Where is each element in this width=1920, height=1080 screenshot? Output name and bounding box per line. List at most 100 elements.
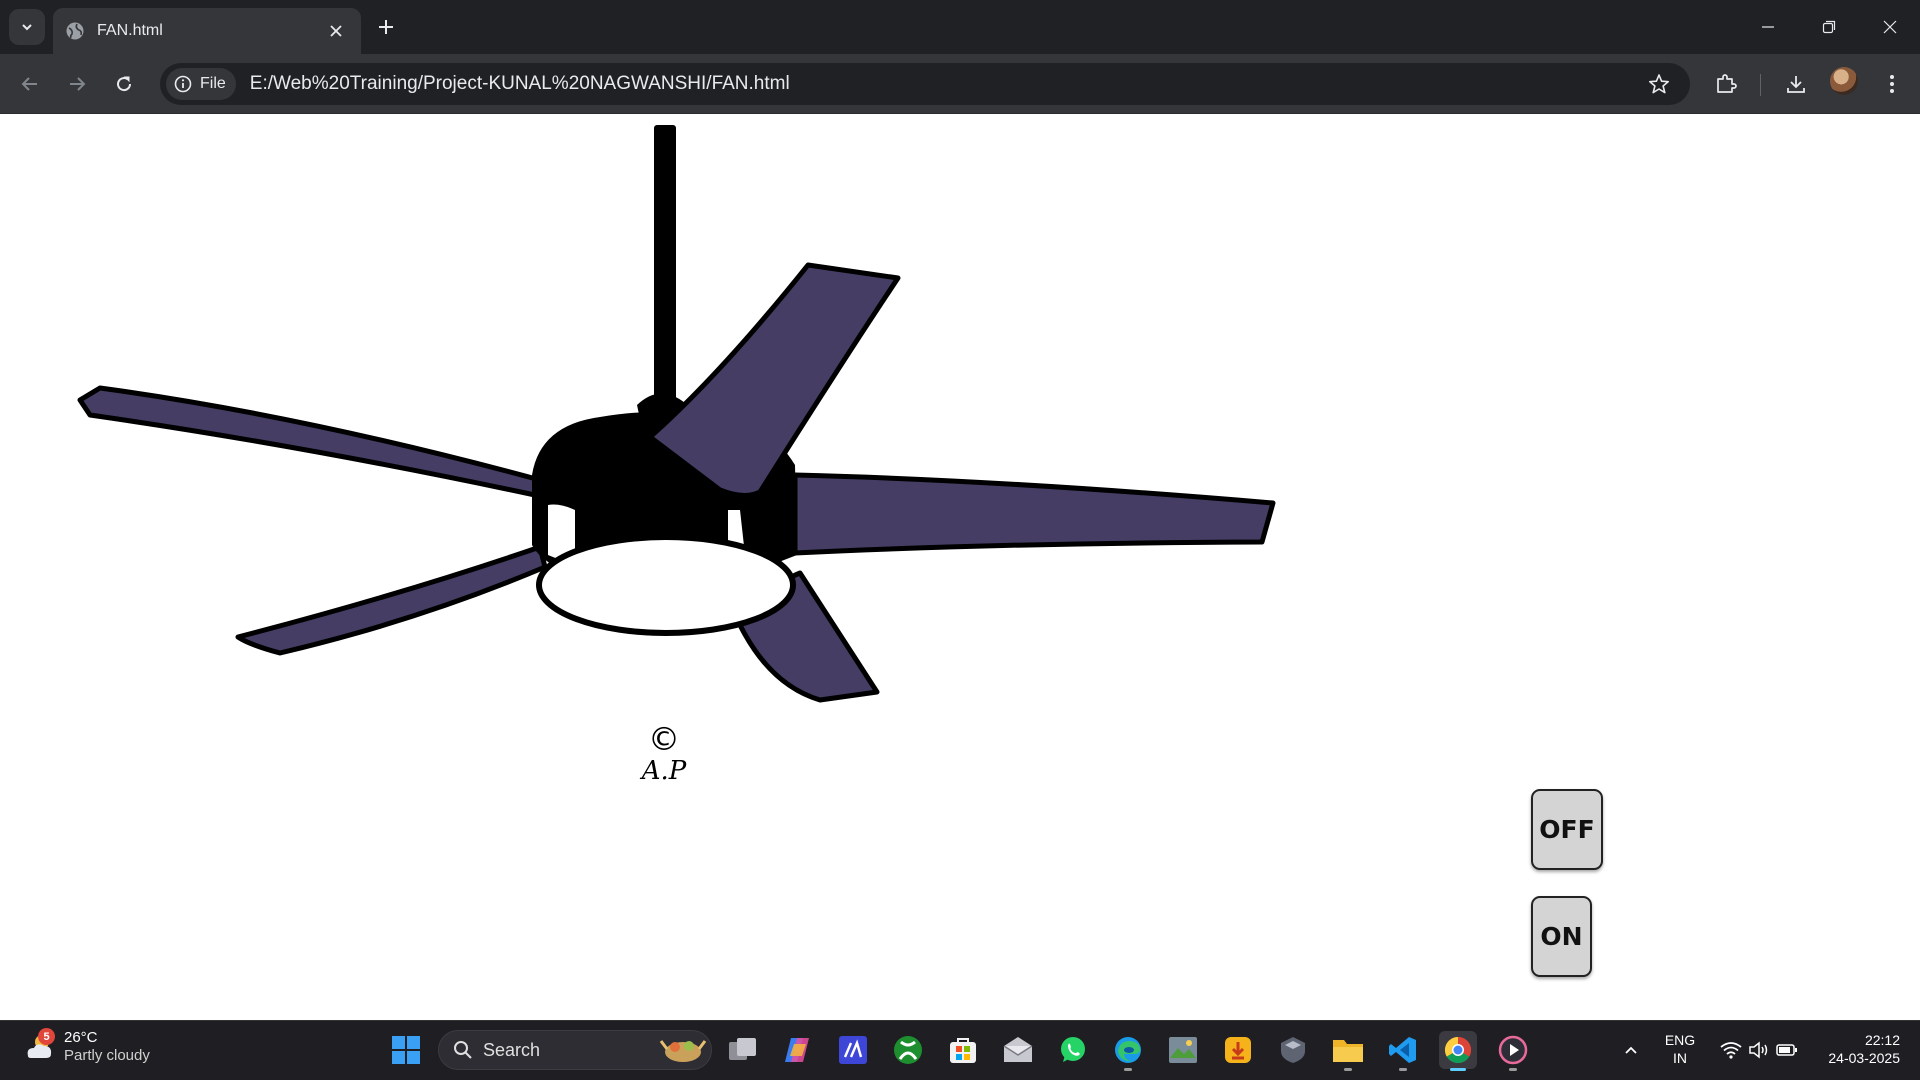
task-view-icon bbox=[729, 1038, 756, 1060]
media-player-icon bbox=[1498, 1035, 1528, 1065]
minimize-icon bbox=[1761, 26, 1774, 28]
reload-button[interactable] bbox=[108, 68, 140, 100]
photos-icon bbox=[1169, 1037, 1197, 1063]
language-code: ENG bbox=[1664, 1032, 1696, 1048]
fan-downrod bbox=[654, 125, 676, 400]
folder-icon bbox=[1333, 1040, 1363, 1062]
taskbar-photos[interactable] bbox=[1164, 1031, 1202, 1069]
xbox-icon bbox=[894, 1036, 922, 1064]
taskbar-xbox[interactable] bbox=[889, 1031, 927, 1069]
copyright-symbol: © bbox=[648, 720, 680, 758]
taskbar-media-player[interactable] bbox=[1494, 1031, 1532, 1071]
star-icon bbox=[1649, 74, 1669, 94]
close-icon bbox=[330, 25, 342, 37]
browser-titlebar: FAN.html bbox=[0, 0, 1920, 54]
quick-settings-button[interactable] bbox=[1709, 1031, 1809, 1069]
page-content: © A.P OFF ON bbox=[0, 115, 1920, 1020]
minimize-button[interactable] bbox=[1737, 0, 1798, 54]
forward-button[interactable] bbox=[61, 68, 93, 100]
download-icon bbox=[1787, 76, 1805, 93]
downloads-button[interactable] bbox=[1779, 67, 1813, 101]
arrow-right-icon bbox=[70, 77, 86, 91]
taskbar-file-explorer[interactable] bbox=[1329, 1031, 1367, 1071]
start-button[interactable] bbox=[387, 1031, 425, 1069]
extensions-button[interactable] bbox=[1709, 67, 1743, 101]
mail-icon bbox=[1003, 1037, 1033, 1062]
bookmark-button[interactable] bbox=[1642, 67, 1676, 101]
fan-blade-lower-left bbox=[235, 544, 548, 656]
taskbar-edge[interactable] bbox=[1109, 1031, 1147, 1071]
kebab-menu-icon bbox=[1890, 75, 1894, 93]
window-controls bbox=[1737, 0, 1920, 54]
wifi-icon bbox=[1720, 1042, 1742, 1059]
globe-icon bbox=[66, 22, 84, 40]
weather-description: Partly cloudy bbox=[64, 1047, 150, 1064]
editor-icon bbox=[839, 1036, 867, 1064]
chevron-up-icon bbox=[1625, 1046, 1637, 1054]
clock-time: 22:12 bbox=[1864, 1032, 1900, 1048]
weather-widget[interactable]: 5 26°C Partly cloudy bbox=[22, 1028, 150, 1065]
language-indicator[interactable]: ENG IN bbox=[1656, 1031, 1704, 1067]
site-info-chip[interactable]: File bbox=[166, 68, 236, 100]
menu-button[interactable] bbox=[1875, 67, 1909, 101]
toolbar-separator bbox=[1760, 74, 1761, 96]
puzzle-icon bbox=[1717, 74, 1737, 93]
fan-on-button[interactable]: ON bbox=[1531, 896, 1592, 977]
shield-icon bbox=[1281, 1037, 1305, 1063]
fan-blade-top bbox=[647, 262, 901, 498]
taskbar-shield-app[interactable] bbox=[1274, 1031, 1312, 1069]
taskbar-whatsapp[interactable] bbox=[1054, 1031, 1092, 1069]
volume-icon bbox=[1749, 1041, 1768, 1059]
running-indicator bbox=[1344, 1068, 1352, 1071]
system-clock[interactable]: 22:12 24-03-2025 bbox=[1812, 1031, 1900, 1067]
info-icon bbox=[174, 75, 192, 93]
tab-close-button[interactable] bbox=[325, 20, 347, 42]
arrow-left-icon bbox=[21, 77, 37, 91]
url-text[interactable]: E:/Web%20Training/Project-KUNAL%20NAGWAN… bbox=[250, 73, 1642, 95]
taskbar-mail[interactable] bbox=[999, 1031, 1037, 1069]
taskbar-search[interactable]: Search bbox=[438, 1030, 712, 1070]
search-highlight-icon bbox=[659, 1040, 707, 1062]
show-hidden-icons-button[interactable] bbox=[1612, 1031, 1650, 1069]
taskbar-code-editor[interactable] bbox=[834, 1031, 872, 1069]
copilot-icon bbox=[785, 1038, 809, 1062]
address-bar[interactable]: File E:/Web%20Training/Project-KUNAL%20N… bbox=[160, 63, 1690, 105]
whatsapp-icon bbox=[1061, 1037, 1085, 1062]
close-window-button[interactable] bbox=[1859, 0, 1920, 54]
active-tab[interactable]: FAN.html bbox=[53, 8, 361, 54]
browser-toolbar: File E:/Web%20Training/Project-KUNAL%20N… bbox=[0, 54, 1920, 114]
taskbar-task-view[interactable] bbox=[724, 1031, 762, 1069]
fan-off-button[interactable]: OFF bbox=[1531, 789, 1603, 870]
reload-icon bbox=[117, 76, 132, 92]
close-icon bbox=[1883, 20, 1896, 34]
windows-logo-icon bbox=[392, 1036, 420, 1064]
windows-taskbar: 5 26°C Partly cloudy Search ENG IN 22:12… bbox=[0, 1020, 1920, 1080]
taskbar-microsoft-store[interactable] bbox=[944, 1031, 982, 1069]
tab-title: FAN.html bbox=[97, 22, 163, 39]
ceiling-fan-drawing: © A.P bbox=[77, 125, 1276, 786]
restore-button[interactable] bbox=[1798, 0, 1859, 54]
battery-icon bbox=[1776, 1044, 1797, 1056]
fan-blade-left bbox=[77, 385, 543, 498]
downloader-icon bbox=[1225, 1037, 1251, 1063]
artist-signature: A.P bbox=[640, 756, 687, 786]
taskbar-downloader[interactable] bbox=[1219, 1031, 1257, 1069]
chevron-down-icon bbox=[22, 24, 32, 31]
search-label: Search bbox=[483, 1039, 541, 1060]
taskbar-vscode[interactable] bbox=[1384, 1031, 1422, 1071]
new-tab-button[interactable] bbox=[372, 13, 400, 41]
vscode-icon bbox=[1389, 1037, 1416, 1063]
profile-avatar[interactable] bbox=[1830, 67, 1858, 95]
chrome-icon bbox=[1444, 1036, 1472, 1064]
plus-icon bbox=[379, 20, 393, 34]
tab-search-button[interactable] bbox=[9, 9, 45, 45]
back-button[interactable] bbox=[14, 68, 46, 100]
taskbar-copilot[interactable] bbox=[779, 1031, 817, 1069]
active-indicator bbox=[1450, 1068, 1466, 1071]
site-chip-label: File bbox=[200, 75, 226, 92]
running-indicator bbox=[1399, 1068, 1407, 1071]
taskbar-chrome[interactable] bbox=[1439, 1031, 1477, 1071]
region-code: IN bbox=[1673, 1050, 1687, 1066]
restore-icon bbox=[1822, 20, 1835, 34]
weather-badge: 5 bbox=[38, 1028, 55, 1045]
